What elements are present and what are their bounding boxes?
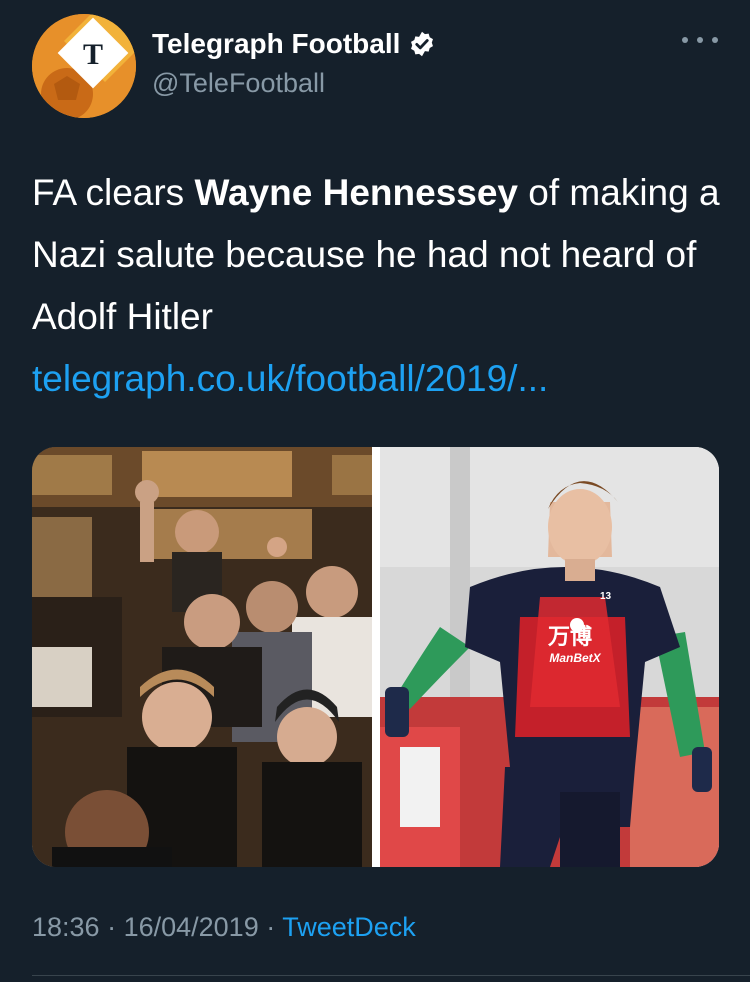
- author-name-row: Telegraph Football: [152, 28, 436, 60]
- group-photo[interactable]: [32, 447, 372, 867]
- tweet-source[interactable]: TweetDeck: [282, 912, 416, 942]
- shirt-sponsor: 万博: [547, 624, 592, 650]
- tweet-text-part1: FA clears: [32, 172, 195, 213]
- shirt-sponsor-sub: ManBetX: [549, 651, 601, 665]
- tweet-card: T Telegraph Football @TeleFootball FA cl…: [0, 0, 750, 982]
- dot-icon: [712, 37, 718, 43]
- meta-separator: ·: [258, 912, 283, 942]
- article-link[interactable]: telegraph.co.uk/football/2019/...: [32, 348, 548, 410]
- svg-text:T: T: [83, 38, 103, 71]
- tweet-time[interactable]: 18:36: [32, 912, 100, 942]
- player-photo-image: 13 万博 ManBetX: [380, 447, 719, 867]
- more-options-icon[interactable]: [682, 30, 718, 50]
- photo-divider: [372, 447, 380, 867]
- telegraph-logo-icon: T: [32, 14, 136, 118]
- group-photo-image: [32, 447, 372, 867]
- tweet-text-bold: Wayne Hennessey: [194, 172, 519, 213]
- display-name[interactable]: Telegraph Football: [152, 28, 400, 60]
- player-photo[interactable]: 13 万博 ManBetX: [380, 447, 719, 867]
- verified-badge-icon: [411, 31, 434, 57]
- meta-separator: ·: [99, 912, 124, 942]
- tweet-text: FA clears Wayne Hennessey of making a Na…: [32, 162, 722, 348]
- divider: [32, 975, 750, 976]
- dot-icon: [697, 37, 703, 43]
- tweet-date[interactable]: 16/04/2019: [124, 912, 259, 942]
- shirt-number: 13: [600, 591, 612, 602]
- user-handle[interactable]: @TeleFootball: [152, 68, 325, 99]
- dot-icon: [682, 37, 688, 43]
- tweet-meta: 18:36 · 16/04/2019 · TweetDeck: [32, 912, 416, 943]
- avatar[interactable]: T: [32, 14, 136, 118]
- media-attachment[interactable]: 13 万博 ManBetX: [32, 447, 719, 867]
